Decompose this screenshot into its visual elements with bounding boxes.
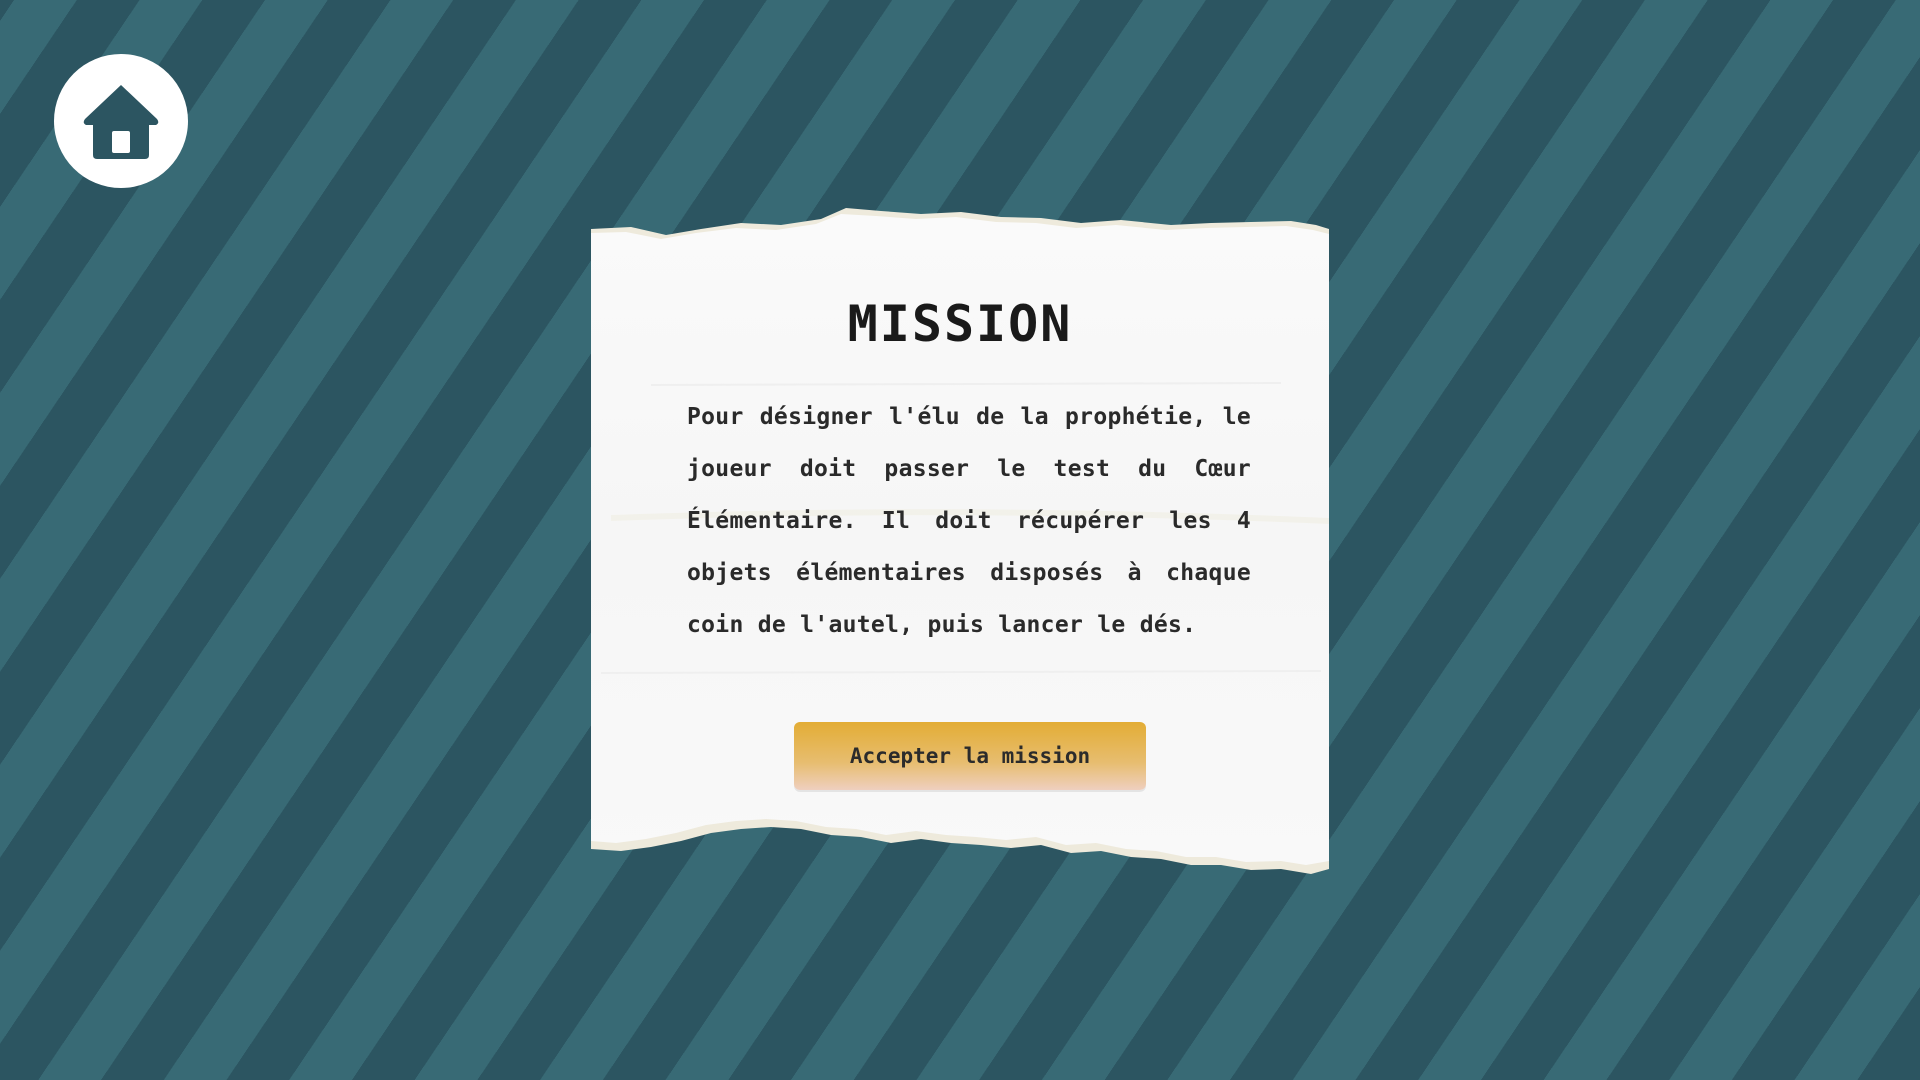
mission-content: MISSION Pour désigner l'élu de la prophé… [591,205,1329,875]
house-icon [83,85,159,159]
accept-mission-button[interactable]: Accepter la mission [794,722,1146,790]
home-button[interactable] [54,54,188,188]
mission-title: MISSION [847,295,1073,353]
mission-card: MISSION Pour désigner l'élu de la prophé… [591,205,1329,875]
background: MISSION Pour désigner l'élu de la prophé… [0,0,1920,1080]
mission-description: Pour désigner l'élu de la prophétie, le … [687,404,1251,638]
